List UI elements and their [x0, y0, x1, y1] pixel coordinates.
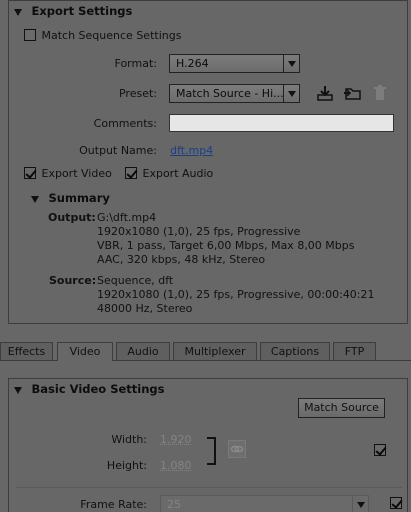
- export-audio-label: Export Audio: [143, 167, 214, 180]
- basic-video-header[interactable]: Basic Video Settings: [14, 382, 165, 396]
- tab-ftp[interactable]: FTP: [333, 342, 376, 360]
- tab-effects[interactable]: Effects: [0, 342, 53, 360]
- summary-source-label: Source:: [49, 274, 96, 287]
- summary-source-line: Sequence, dft: [97, 274, 375, 288]
- summary-output-label: Output:: [48, 211, 96, 224]
- summary-title: Summary: [49, 191, 110, 205]
- width-value[interactable]: 1.920: [160, 433, 192, 446]
- preset-select[interactable]: Match Source - Hi...: [169, 84, 300, 103]
- summary-source-block: Sequence, dft 1920x1080 (1,0), 25 fps, P…: [97, 274, 375, 316]
- frame-rate-divider: [16, 487, 402, 488]
- collapse-triangle-icon: [31, 196, 39, 203]
- format-label: Format:: [60, 57, 157, 70]
- height-value[interactable]: 1.080: [160, 459, 192, 472]
- tab-captions[interactable]: Captions: [260, 342, 330, 360]
- comments-label: Comments:: [60, 117, 157, 130]
- output-name-link[interactable]: dft.mp4: [170, 144, 213, 157]
- summary-output-line: AAC, 320 kbps, 48 kHz, Stereo: [97, 253, 355, 267]
- export-audio-row[interactable]: Export Audio: [125, 167, 213, 180]
- export-video-checkbox[interactable]: [24, 167, 36, 179]
- export-video-row[interactable]: Export Video: [24, 167, 112, 180]
- match-sequence-checkbox[interactable]: [24, 29, 36, 41]
- chain-link-icon[interactable]: [228, 440, 246, 458]
- match-sequence-label: Match Sequence Settings: [42, 29, 182, 42]
- chevron-down-icon: [283, 85, 299, 102]
- export-video-label: Export Video: [42, 167, 112, 180]
- format-select-value: H.264: [176, 57, 209, 70]
- delete-preset-icon[interactable]: [373, 85, 387, 101]
- comments-input[interactable]: [169, 114, 394, 132]
- frame-rate-value: 25: [167, 498, 181, 511]
- save-preset-icon[interactable]: [316, 84, 334, 102]
- summary-header[interactable]: Summary: [31, 191, 110, 205]
- tab-video[interactable]: Video: [57, 342, 113, 361]
- collapse-triangle-icon: [14, 9, 22, 16]
- summary-source-line: 1920x1080 (1,0), 25 fps, Progressive, 00…: [97, 288, 375, 302]
- export-settings-header[interactable]: Export Settings: [14, 4, 132, 18]
- export-settings-title: Export Settings: [32, 4, 133, 18]
- chevron-down-icon: [352, 496, 368, 512]
- summary-output-block: G:\dft.mp4 1920x1080 (1,0), 25 fps, Prog…: [97, 211, 355, 267]
- aspect-bracket-icon: [205, 436, 219, 466]
- frame-rate-label: Frame Rate:: [60, 498, 147, 511]
- preset-label: Preset:: [60, 87, 157, 100]
- match-sequence-checkbox-row[interactable]: Match Sequence Settings: [24, 29, 181, 42]
- tab-audio[interactable]: Audio: [116, 342, 170, 360]
- width-label: Width:: [60, 433, 147, 446]
- frame-rate-override-checkbox[interactable]: [390, 497, 402, 509]
- import-preset-icon[interactable]: [343, 84, 363, 102]
- summary-source-line: 48000 Hz, Stereo: [97, 302, 375, 316]
- chevron-down-icon: [283, 55, 299, 72]
- match-source-button[interactable]: Match Source: [298, 398, 385, 418]
- height-label: Height:: [60, 459, 147, 472]
- export-audio-checkbox[interactable]: [125, 167, 137, 179]
- output-name-label: Output Name:: [60, 144, 157, 157]
- collapse-triangle-icon: [14, 387, 22, 394]
- format-select[interactable]: H.264: [169, 54, 300, 73]
- summary-output-line: G:\dft.mp4: [97, 211, 355, 225]
- preset-select-value: Match Source - Hi...: [176, 87, 284, 100]
- width-height-override-checkbox[interactable]: [374, 444, 386, 456]
- frame-rate-select[interactable]: 25: [160, 495, 369, 512]
- summary-output-line: 1920x1080 (1,0), 25 fps, Progressive: [97, 225, 355, 239]
- tab-multiplexer[interactable]: Multiplexer: [173, 342, 257, 360]
- basic-video-title: Basic Video Settings: [32, 382, 165, 396]
- summary-output-line: VBR, 1 pass, Target 6,00 Mbps, Max 8,00 …: [97, 239, 355, 253]
